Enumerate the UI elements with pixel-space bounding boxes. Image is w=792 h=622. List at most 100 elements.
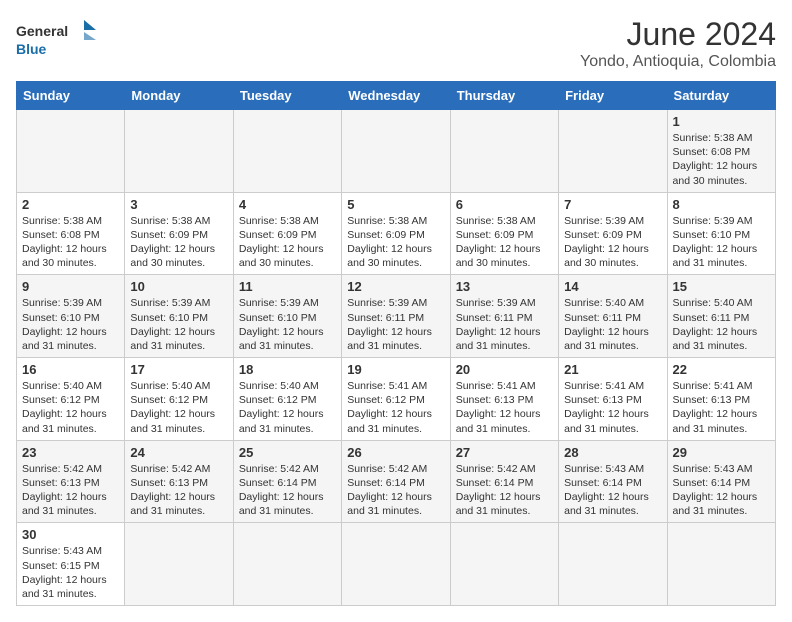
calendar-cell: 6Sunrise: 5:38 AM Sunset: 6:09 PM Daylig…: [450, 192, 558, 275]
day-number: 1: [673, 114, 770, 129]
day-info: Sunrise: 5:42 AM Sunset: 6:14 PM Dayligh…: [347, 462, 444, 519]
calendar-cell: [342, 523, 450, 606]
day-number: 16: [22, 362, 119, 377]
day-info: Sunrise: 5:38 AM Sunset: 6:09 PM Dayligh…: [347, 214, 444, 271]
day-info: Sunrise: 5:43 AM Sunset: 6:14 PM Dayligh…: [564, 462, 661, 519]
day-info: Sunrise: 5:40 AM Sunset: 6:12 PM Dayligh…: [239, 379, 336, 436]
day-number: 29: [673, 445, 770, 460]
day-info: Sunrise: 5:43 AM Sunset: 6:14 PM Dayligh…: [673, 462, 770, 519]
day-number: 26: [347, 445, 444, 460]
day-number: 18: [239, 362, 336, 377]
calendar-table: Sunday Monday Tuesday Wednesday Thursday…: [16, 81, 776, 606]
calendar-week-2: 2Sunrise: 5:38 AM Sunset: 6:08 PM Daylig…: [17, 192, 776, 275]
day-info: Sunrise: 5:38 AM Sunset: 6:09 PM Dayligh…: [239, 214, 336, 271]
day-info: Sunrise: 5:43 AM Sunset: 6:15 PM Dayligh…: [22, 544, 119, 601]
day-info: Sunrise: 5:39 AM Sunset: 6:09 PM Dayligh…: [564, 214, 661, 271]
calendar-cell: 19 Sunrise: 5:41 AM Sunset: 6:12 PM Dayli…: [342, 358, 450, 441]
calendar-cell: [667, 523, 775, 606]
day-info: Sunrise: 5:38 AM Sunset: 6:09 PM Dayligh…: [456, 214, 553, 271]
calendar-cell: [233, 110, 341, 193]
calendar-cell: 12 Sunrise: 5:39 AM Sunset: 6:11 PM Dayli…: [342, 275, 450, 358]
header-tuesday: Tuesday: [233, 82, 341, 110]
header-monday: Monday: [125, 82, 233, 110]
day-info: Sunrise: 5:39 AM Sunset: 6:11 PM Dayligh…: [347, 296, 444, 353]
calendar-title: June 2024: [580, 16, 776, 53]
day-info: Sunrise: 5:39 AM Sunset: 6:10 PM Dayligh…: [239, 296, 336, 353]
calendar-cell: 21 Sunrise: 5:41 AM Sunset: 6:13 PM Dayli…: [559, 358, 667, 441]
header-saturday: Saturday: [667, 82, 775, 110]
calendar-week-1: 1Sunrise: 5:38 AM Sunset: 6:08 PM Daylig…: [17, 110, 776, 193]
calendar-cell: 23Sunrise: 5:42 AM Sunset: 6:13 PM Dayli…: [17, 440, 125, 523]
day-info: Sunrise: 5:41 AM Sunset: 6:12 PM Dayligh…: [347, 379, 444, 436]
calendar-week-5: 23 Sunrise: 5:42 AM Sunset: 6:13 PM Dayli…: [17, 440, 776, 523]
calendar-cell: [450, 523, 558, 606]
calendar-week-3: 9 Sunrise: 5:39 AM Sunset: 6:10 PM Daylig…: [17, 275, 776, 358]
day-number: 12: [347, 279, 444, 294]
day-info: Sunrise: 5:41 AM Sunset: 6:13 PM Dayligh…: [564, 379, 661, 436]
title-area: June 2024 Yondo, Antioquia, Colombia: [580, 16, 776, 71]
calendar-cell: [559, 523, 667, 606]
header-friday: Friday: [559, 82, 667, 110]
day-number: 25: [239, 445, 336, 460]
day-info: Sunrise: 5:39 AM Sunset: 6:11 PM Dayligh…: [456, 296, 553, 353]
day-info: Sunrise: 5:42 AM Sunset: 6:14 PM Dayligh…: [239, 462, 336, 519]
calendar-cell: 15 Sunrise: 5:40 AM Sunset: 6:11 PM Dayli…: [667, 275, 775, 358]
day-info: Sunrise: 5:39 AM Sunset: 6:10 PM Dayligh…: [130, 296, 227, 353]
day-info: Sunrise: 5:42 AM Sunset: 6:13 PM Dayligh…: [130, 462, 227, 519]
calendar-cell: 29 Sunrise: 5:43 AM Sunset: 6:14 PM Dayli…: [667, 440, 775, 523]
day-number: 28: [564, 445, 661, 460]
day-number: 19: [347, 362, 444, 377]
day-number: 7: [564, 197, 661, 212]
header-thursday: Thursday: [450, 82, 558, 110]
header-wednesday: Wednesday: [342, 82, 450, 110]
day-number: 27: [456, 445, 553, 460]
calendar-cell: 5 Sunrise: 5:38 AM Sunset: 6:09 PM Daylig…: [342, 192, 450, 275]
calendar-cell: [450, 110, 558, 193]
header-sunday: Sunday: [17, 82, 125, 110]
calendar-cell: [559, 110, 667, 193]
calendar-cell: 26 Sunrise: 5:42 AM Sunset: 6:14 PM Dayli…: [342, 440, 450, 523]
day-info: Sunrise: 5:39 AM Sunset: 6:10 PM Dayligh…: [673, 214, 770, 271]
day-info: Sunrise: 5:38 AM Sunset: 6:09 PM Dayligh…: [130, 214, 227, 271]
day-number: 14: [564, 279, 661, 294]
calendar-body: 1Sunrise: 5:38 AM Sunset: 6:08 PM Daylig…: [17, 110, 776, 606]
day-number: 30: [22, 527, 119, 542]
calendar-cell: 24Sunrise: 5:42 AM Sunset: 6:13 PM Dayli…: [125, 440, 233, 523]
day-info: Sunrise: 5:40 AM Sunset: 6:12 PM Dayligh…: [22, 379, 119, 436]
calendar-cell: 16 Sunrise: 5:40 AM Sunset: 6:12 PM Dayli…: [17, 358, 125, 441]
calendar-cell: 4 Sunrise: 5:38 AM Sunset: 6:09 PM Daylig…: [233, 192, 341, 275]
calendar-cell: 8Sunrise: 5:39 AM Sunset: 6:10 PM Daylig…: [667, 192, 775, 275]
day-info: Sunrise: 5:40 AM Sunset: 6:11 PM Dayligh…: [564, 296, 661, 353]
calendar-cell: 25 Sunrise: 5:42 AM Sunset: 6:14 PM Dayli…: [233, 440, 341, 523]
calendar-header: Sunday Monday Tuesday Wednesday Thursday…: [17, 82, 776, 110]
header: General Blue June 2024 Yondo, Antioquia,…: [16, 16, 776, 71]
calendar-cell: 9 Sunrise: 5:39 AM Sunset: 6:10 PM Daylig…: [17, 275, 125, 358]
calendar-cell: 20 Sunrise: 5:41 AM Sunset: 6:13 PM Dayli…: [450, 358, 558, 441]
day-info: Sunrise: 5:40 AM Sunset: 6:11 PM Dayligh…: [673, 296, 770, 353]
calendar-cell: 22 Sunrise: 5:41 AM Sunset: 6:13 PM Dayli…: [667, 358, 775, 441]
day-number: 21: [564, 362, 661, 377]
calendar-cell: 14 Sunrise: 5:40 AM Sunset: 6:11 PM Dayli…: [559, 275, 667, 358]
calendar-week-4: 16 Sunrise: 5:40 AM Sunset: 6:12 PM Dayli…: [17, 358, 776, 441]
calendar-cell: 13 Sunrise: 5:39 AM Sunset: 6:11 PM Dayli…: [450, 275, 558, 358]
calendar-cell: [17, 110, 125, 193]
day-info: Sunrise: 5:39 AM Sunset: 6:10 PM Dayligh…: [22, 296, 119, 353]
svg-text:General: General: [16, 23, 68, 39]
day-number: 20: [456, 362, 553, 377]
day-info: Sunrise: 5:41 AM Sunset: 6:13 PM Dayligh…: [673, 379, 770, 436]
day-info: Sunrise: 5:42 AM Sunset: 6:14 PM Dayligh…: [456, 462, 553, 519]
day-info: Sunrise: 5:41 AM Sunset: 6:13 PM Dayligh…: [456, 379, 553, 436]
calendar-cell: 7 Sunrise: 5:39 AM Sunset: 6:09 PM Daylig…: [559, 192, 667, 275]
day-number: 5: [347, 197, 444, 212]
day-number: 22: [673, 362, 770, 377]
calendar-cell: 27 Sunrise: 5:42 AM Sunset: 6:14 PM Dayli…: [450, 440, 558, 523]
day-number: 15: [673, 279, 770, 294]
day-number: 23: [22, 445, 119, 460]
day-number: 17: [130, 362, 227, 377]
day-number: 9: [22, 279, 119, 294]
day-number: 13: [456, 279, 553, 294]
svg-text:Blue: Blue: [16, 41, 47, 57]
calendar-cell: 17Sunrise: 5:40 AM Sunset: 6:12 PM Dayli…: [125, 358, 233, 441]
calendar-cell: [233, 523, 341, 606]
day-number: 4: [239, 197, 336, 212]
